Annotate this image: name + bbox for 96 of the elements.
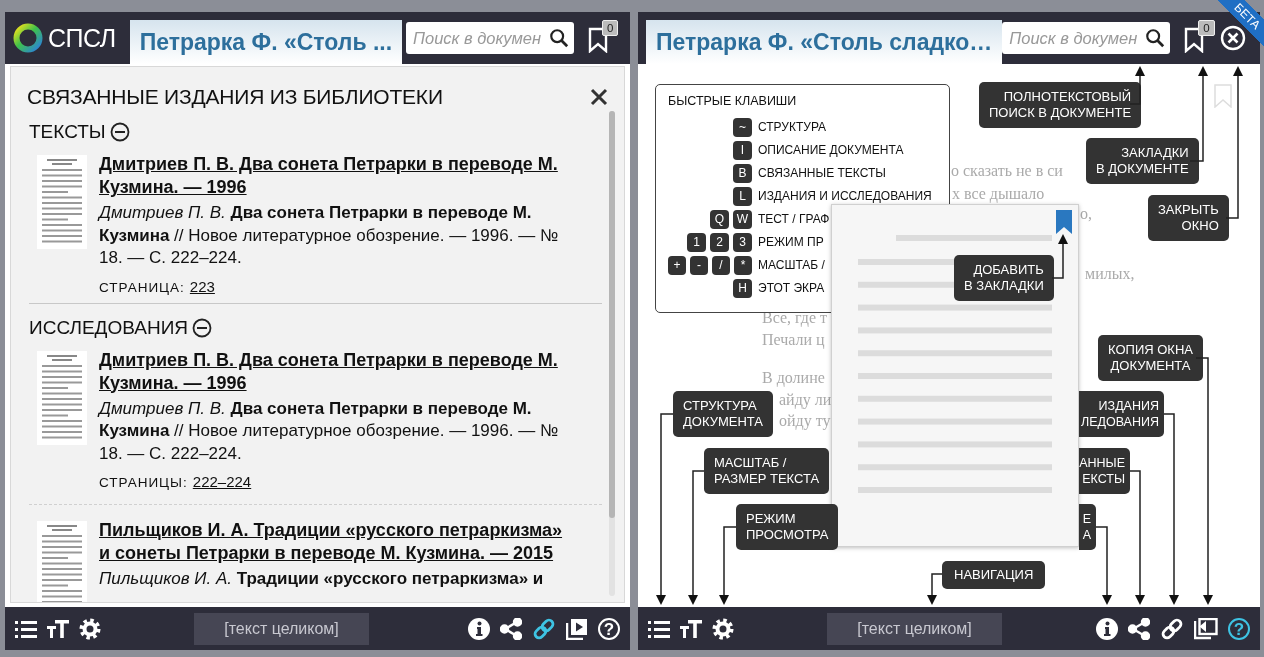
callout-label: МАСШТАБ / РАЗМЕР ТЕКСТА xyxy=(704,448,830,494)
leader-line xyxy=(1129,66,1145,105)
section-heading: ИССЛЕДОВАНИЯ xyxy=(29,316,189,339)
key-badge: 3 xyxy=(733,233,752,252)
citation: Дмитриев П. В. Два сонета Петрарки в переводе М. Кузмина // Новое литературное обозрение. — 1996. — № 18. — С. 222–224. xyxy=(99,202,560,269)
callout-label: ЗАКРЫТЬ ОКНО xyxy=(1148,195,1229,241)
shortcut-label: МАСШТАБ / xyxy=(758,259,826,272)
document-text: ойду ту xyxy=(779,412,831,430)
callout-label: ИЗДАНИЯ ЛЕДОВАНИЯ xyxy=(1079,391,1164,437)
document-text: х все дышало xyxy=(952,185,1045,203)
leader-line xyxy=(927,573,943,605)
key-badge: * xyxy=(734,256,752,275)
full-text-button[interactable]: [текст целиком] xyxy=(827,612,1002,645)
document-text: милых, xyxy=(1085,265,1135,283)
search-icon[interactable] xyxy=(1145,27,1166,49)
shortcut-label: СТРУКТУРА xyxy=(758,121,828,134)
callout-label: Е А xyxy=(1079,504,1096,550)
title-link[interactable]: Дмитриев П. В. Два сонета Петрарки в переводе М. Кузмина. — 1996 xyxy=(99,153,569,199)
count-badge: 0 xyxy=(602,20,619,36)
callout-label: СТРУКТУРА ДОКУМЕНТА xyxy=(673,391,773,437)
search-field[interactable]: Поиск в докумен xyxy=(1002,22,1171,54)
search-field[interactable]: Поиск в докумен xyxy=(406,22,574,54)
help-button[interactable]: ? xyxy=(1228,617,1250,640)
document-tab[interactable]: Петрарка Ф. «Столь сладко… xyxy=(646,20,1003,64)
document-text: В долине xyxy=(762,369,825,387)
collapse-icon[interactable] xyxy=(109,122,130,142)
panel-title: СВЯЗАННЫЕ ИЗДАНИЯ ИЗ БИБЛИОТЕКИ xyxy=(27,85,443,109)
leader-line xyxy=(1051,234,1068,279)
logo-icon xyxy=(13,23,43,53)
key-badge: Q xyxy=(710,210,729,229)
info-icon[interactable] xyxy=(1096,617,1118,640)
callout-label: ДОБАВИТЬ В ЗАКЛАДКИ xyxy=(954,255,1054,301)
pages-label: СТРАНИЦА: xyxy=(99,279,185,295)
shortcut-label: СВЯЗАННЫЕ ТЕКСТЫ xyxy=(758,167,887,180)
key-badge: B xyxy=(733,164,752,183)
bookmarks-button[interactable]: 0 xyxy=(1180,20,1214,56)
count-badge: 0 xyxy=(1198,20,1215,36)
callout-label: АННЫЕ ЕКСТЫ xyxy=(1079,448,1130,494)
full-text-button[interactable]: [текст целиком] xyxy=(194,612,369,645)
section-heading: ТЕКСТЫ xyxy=(29,121,106,143)
scrollbar[interactable] xyxy=(609,111,615,596)
shortcut-label: ЭТОТ ЭКРА xyxy=(758,282,826,295)
key-badge: 2 xyxy=(710,233,729,252)
callout-label: ПОЛНОТЕКСТОВЫЙ ПОИСК В ДОКУМЕНТЕ xyxy=(979,82,1142,128)
title-link[interactable]: Дмитриев П. В. Два сонета Петрарки в переводе М. Кузмина. — 1996 xyxy=(99,348,569,395)
page-link[interactable]: 223 xyxy=(189,277,215,295)
callout-label: ЗАКЛАДКИ В ДОКУМЕНТЕ xyxy=(1086,138,1199,184)
text-size-icon[interactable] xyxy=(47,618,69,639)
settings-icon[interactable] xyxy=(79,617,101,640)
text-size-icon[interactable] xyxy=(680,618,702,639)
list-icon[interactable] xyxy=(15,618,37,639)
page-link[interactable]: 222–224 xyxy=(192,473,252,490)
key-badge: / xyxy=(712,256,730,275)
document-text: айду ли xyxy=(779,391,832,409)
link-icon[interactable] xyxy=(532,617,556,640)
title-link[interactable]: Пильщиков И. А. Традиции «русского петраркизма» и сонеты Петрарки в переводе М. Кузмина. — 2015 xyxy=(99,519,569,565)
search-icon[interactable] xyxy=(549,27,569,49)
copy-window-icon[interactable] xyxy=(1194,617,1218,640)
key-badge: + xyxy=(668,256,686,275)
callout-label: РЕЖИМ ПРОСМОТРА xyxy=(736,504,839,550)
key-badge: - xyxy=(690,256,708,275)
bookmarks-button[interactable]: 0 xyxy=(584,20,618,56)
shortcut-label: ТЕСТ / ГРАФ xyxy=(758,213,831,226)
bookmark-icon[interactable] xyxy=(1055,209,1073,235)
info-icon[interactable] xyxy=(468,617,490,640)
callout-label: НАВИГАЦИЯ xyxy=(942,561,1046,589)
logo-text: СПСЛ xyxy=(48,23,116,53)
settings-icon[interactable] xyxy=(712,617,734,640)
share-icon[interactable] xyxy=(500,617,522,640)
shortcut-label: ИЗДАНИЯ И ИССЛЕДОВАНИЯ xyxy=(758,190,933,203)
callout-label: КОПИЯ ОКНА ДОКУМЕНТА xyxy=(1098,335,1203,381)
bookmark-icon xyxy=(1184,27,1205,53)
key-badge: ~ xyxy=(733,118,752,137)
key-badge: I xyxy=(733,141,752,160)
key-badge: W xyxy=(733,210,752,229)
collapse-icon[interactable] xyxy=(192,317,213,338)
document-text: о сказать не в си xyxy=(951,162,1063,180)
key-badge: L xyxy=(733,187,752,206)
document-tab[interactable]: Петрарка Ф. «Столь ... xyxy=(129,20,403,64)
shortcuts-title: БЫСТРЫЕ КЛАВИШИ xyxy=(668,94,798,108)
help-button[interactable]: ? xyxy=(598,617,620,640)
document-text: о, xyxy=(1080,205,1092,223)
citation: Пильщиков И. А. Традиции «русского петраркизма» и xyxy=(99,568,545,590)
play-window-icon[interactable] xyxy=(566,617,588,640)
close-icon[interactable] xyxy=(590,88,608,106)
share-icon[interactable] xyxy=(1128,617,1150,640)
document-text: Печали ц xyxy=(762,331,825,349)
key-badge: 1 xyxy=(687,233,706,252)
citation: Дмитриев П. В. Два сонета Петрарки в переводе М. Кузмина // Новое литературное обозрение. — 1996. — № 18. — С. 222–224. xyxy=(99,397,560,465)
shortcut-label: ОПИСАНИЕ ДОКУМЕНТА xyxy=(758,144,905,157)
key-badge: H xyxy=(733,279,752,298)
list-icon[interactable] xyxy=(648,618,670,639)
bookmark-icon xyxy=(588,27,608,53)
link-icon[interactable] xyxy=(1160,617,1184,640)
pages-label: СТРАНИЦЫ: xyxy=(99,475,188,490)
shortcut-label: РЕЖИМ ПР xyxy=(758,236,825,249)
